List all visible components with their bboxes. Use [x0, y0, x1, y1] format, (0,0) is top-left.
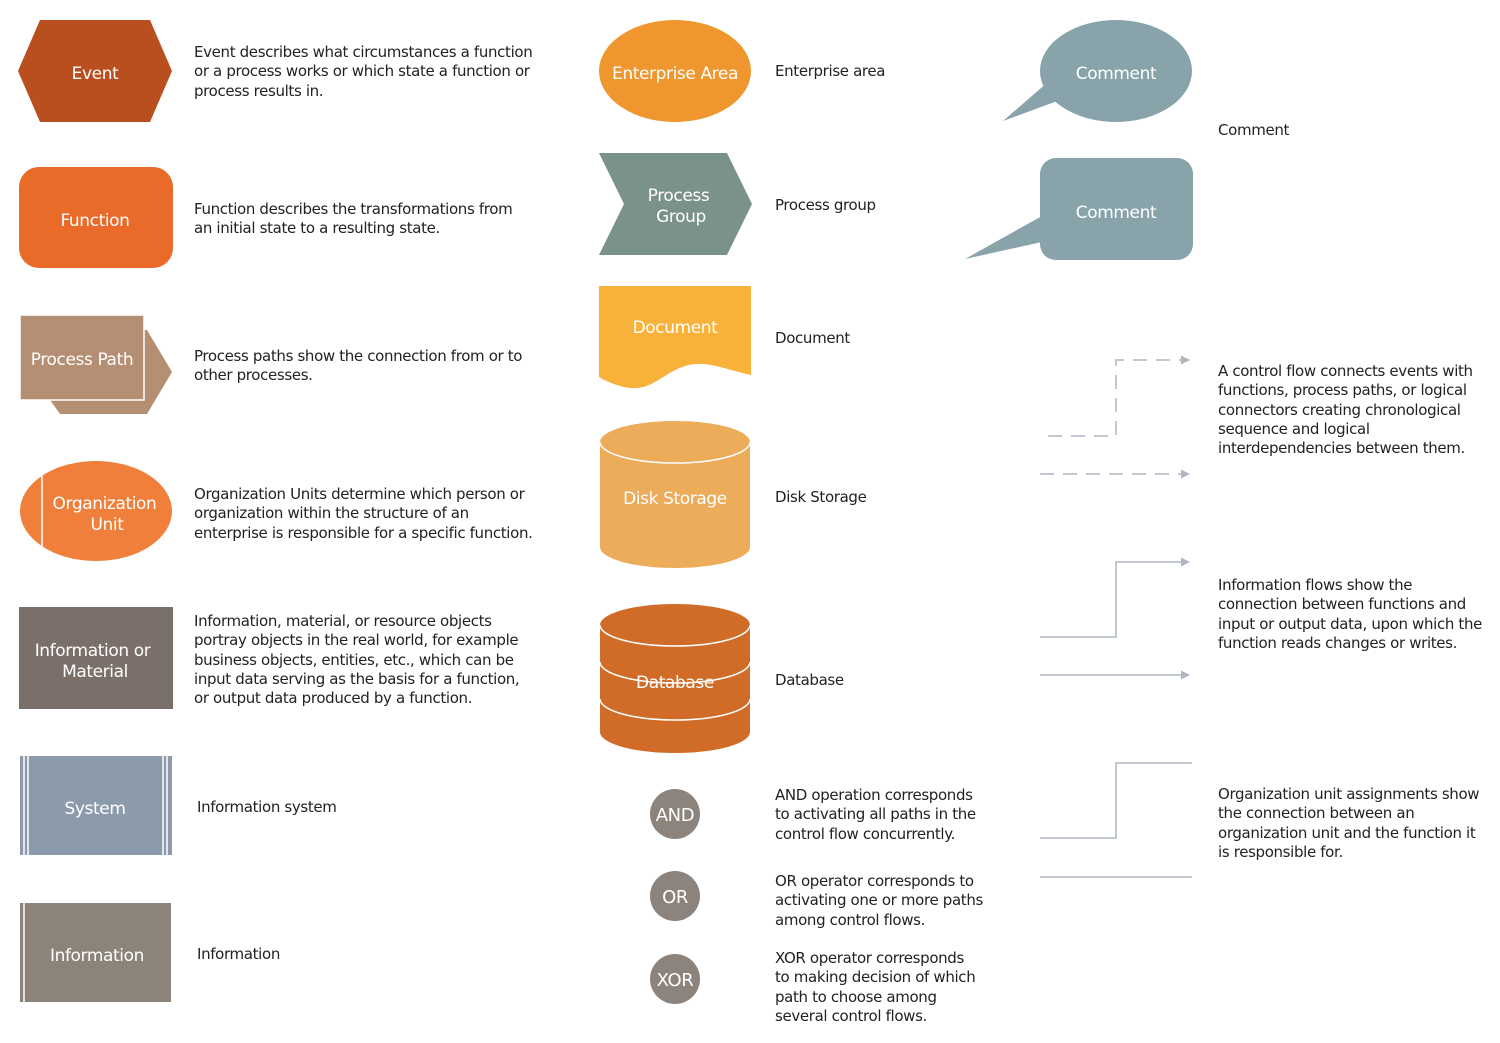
- event-description: Event describes what circumstances a fun…: [194, 43, 533, 100]
- organization-unit-description: Organization Units determine which perso…: [194, 485, 533, 542]
- information-flow-connectors: [1040, 557, 1190, 680]
- process-path-label: Process Path: [31, 350, 133, 370]
- enterprise-area-label: Enterprise Area: [612, 64, 738, 84]
- comment-rounded-tail: [965, 216, 1042, 259]
- information-or-material-label-line-1: Information or: [35, 641, 151, 661]
- and-operator-label: AND: [656, 805, 694, 826]
- organization-unit-label-line-2: Unit: [90, 515, 124, 535]
- database-shape[interactable]: Database: [599, 604, 751, 753]
- database-description: Database: [775, 671, 844, 689]
- xor-operator-label: XOR: [657, 970, 694, 991]
- organization-assignment-connectors: [1040, 762, 1192, 878]
- process-group-label: Process Group: [648, 186, 715, 227]
- document-shape[interactable]: Document: [599, 286, 751, 389]
- system-shape[interactable]: System: [20, 756, 172, 855]
- xor-operator-description: XOR operator corresponds to making decis…: [775, 949, 976, 1025]
- comment-rounded-callout[interactable]: Comment: [965, 158, 1193, 260]
- function-description: Function describes the transformations f…: [194, 200, 513, 238]
- comment-description: Comment: [1218, 121, 1290, 139]
- control-flow-stepped-arrow: [1048, 355, 1190, 437]
- information-description: Information: [197, 945, 280, 963]
- control-flow-connectors: [1040, 355, 1190, 479]
- xor-operator-shape[interactable]: XOR: [650, 954, 700, 1004]
- event-shape[interactable]: Event: [18, 20, 172, 122]
- database-label: Database: [636, 673, 714, 693]
- organization-unit-label-line-1: Organization: [53, 494, 157, 514]
- or-operator-label: OR: [662, 887, 688, 908]
- system-description: Information system: [197, 798, 337, 816]
- process-group-description: Process group: [775, 196, 876, 214]
- event-label: Event: [72, 64, 119, 84]
- and-operator-shape[interactable]: AND: [650, 789, 700, 839]
- process-group-label-line-2: Group: [656, 207, 706, 227]
- process-group-label-line-1: Process: [648, 186, 710, 206]
- information-flow-description: Information flows show the connection be…: [1218, 576, 1482, 652]
- function-shape[interactable]: Function: [19, 167, 173, 268]
- disk-storage-shape[interactable]: Disk Storage: [599, 421, 751, 568]
- and-operator-description: AND operation corresponds to activating …: [775, 786, 976, 843]
- or-operator-description: OR operator corresponds to activating on…: [775, 872, 983, 929]
- function-label: Function: [60, 211, 129, 231]
- information-or-material-shape[interactable]: Information or Material: [19, 607, 173, 709]
- process-group-shape[interactable]: Process Group: [599, 153, 752, 255]
- information-shape[interactable]: Information: [20, 903, 171, 1002]
- organization-assignment-description: Organization unit assignments show the c…: [1218, 785, 1480, 861]
- comment-ellipse-callout[interactable]: Comment: [1003, 20, 1192, 122]
- document-label: Document: [633, 318, 719, 338]
- organization-assignment-stepped-line: [1040, 762, 1192, 839]
- or-operator-shape[interactable]: OR: [650, 871, 700, 921]
- disk-storage-description: Disk Storage: [775, 488, 867, 506]
- process-path-shape[interactable]: Process Path: [19, 314, 172, 414]
- document-description: Document: [775, 329, 850, 347]
- comment-ellipse-label: Comment: [1076, 64, 1157, 84]
- disk-storage-label: Disk Storage: [623, 489, 727, 509]
- information-flow-stepped-arrow: [1040, 557, 1190, 638]
- control-flow-description: A control flow connects events with func…: [1218, 362, 1473, 458]
- enterprise-area-description: Enterprise area: [775, 62, 886, 80]
- process-path-description: Process paths show the connection from o…: [194, 347, 523, 385]
- system-label: System: [65, 799, 126, 819]
- information-or-material-description: Information, material, or resource objec…: [194, 612, 520, 708]
- organization-unit-shape[interactable]: Organization Unit: [20, 461, 172, 561]
- enterprise-area-shape[interactable]: Enterprise Area: [599, 20, 751, 122]
- information-label: Information: [50, 946, 144, 966]
- information-or-material-label-line-2: Material: [62, 662, 128, 682]
- comment-rounded-label: Comment: [1076, 203, 1157, 223]
